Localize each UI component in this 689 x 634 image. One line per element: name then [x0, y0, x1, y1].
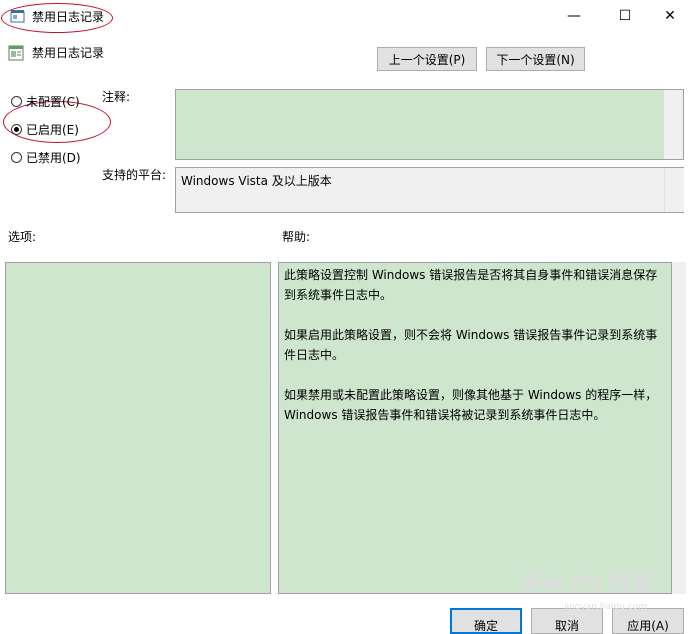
- help-scrollbar[interactable]: [672, 262, 686, 594]
- baidu-watermark-url: jingyan.baidu.com: [563, 602, 647, 612]
- comment-textarea[interactable]: [175, 89, 684, 160]
- radio-label: 已启用(E): [26, 123, 79, 137]
- options-label: 选项:: [8, 230, 37, 244]
- radio-circle[interactable]: [11, 124, 22, 135]
- help-panel: 此策略设置控制 Windows 错误报告是否将其自身事件和错误消息保存到系统事件…: [278, 262, 672, 594]
- platform-field: Windows Vista 及以上版本: [175, 167, 684, 213]
- policy-setting-icon: [8, 45, 24, 61]
- help-paragraph: 如果启用此策略设置，则不会将 Windows 错误报告事件记录到系统事件日志中。: [284, 328, 658, 362]
- annotation-oval-title: [1, 3, 113, 33]
- radio-not-configured[interactable]: 未配置(C): [11, 93, 80, 110]
- radio-circle[interactable]: [11, 152, 22, 163]
- radio-label: 已禁用(D): [26, 151, 81, 165]
- help-text: 此策略设置控制 Windows 错误报告是否将其自身事件和错误消息保存到系统事件…: [279, 263, 671, 447]
- help-label: 帮助:: [282, 230, 311, 244]
- radio-disabled[interactable]: 已禁用(D): [11, 149, 81, 166]
- help-paragraph: 如果禁用或未配置此策略设置，则像其他基于 Windows 的程序一样，Windo…: [284, 388, 658, 422]
- comment-scrollbar[interactable]: [664, 90, 683, 159]
- help-paragraph: 此策略设置控制 Windows 错误报告是否将其自身事件和错误消息保存到系统事件…: [284, 268, 658, 302]
- ok-button[interactable]: 确定: [450, 608, 522, 634]
- radio-label: 未配置(C): [26, 95, 80, 109]
- comment-value: [176, 90, 683, 98]
- setting-title: 禁用日志记录: [32, 46, 105, 60]
- platform-value: Windows Vista 及以上版本: [181, 174, 332, 188]
- radio-enabled[interactable]: 已启用(E): [11, 121, 79, 138]
- maximize-button[interactable]: ☐: [602, 0, 648, 32]
- platform-label: 支持的平台:: [102, 168, 167, 182]
- baidu-watermark: Bai du 经验: [524, 570, 654, 595]
- options-panel[interactable]: [5, 262, 271, 594]
- close-button[interactable]: ✕: [647, 0, 689, 32]
- previous-setting-button[interactable]: 上一个设置(P): [377, 47, 477, 71]
- platform-scrollbar[interactable]: [664, 168, 684, 212]
- minimize-button[interactable]: —: [551, 0, 597, 32]
- comment-label: 注释:: [102, 90, 131, 104]
- radio-circle[interactable]: [11, 96, 22, 107]
- next-setting-button[interactable]: 下一个设置(N): [486, 47, 585, 71]
